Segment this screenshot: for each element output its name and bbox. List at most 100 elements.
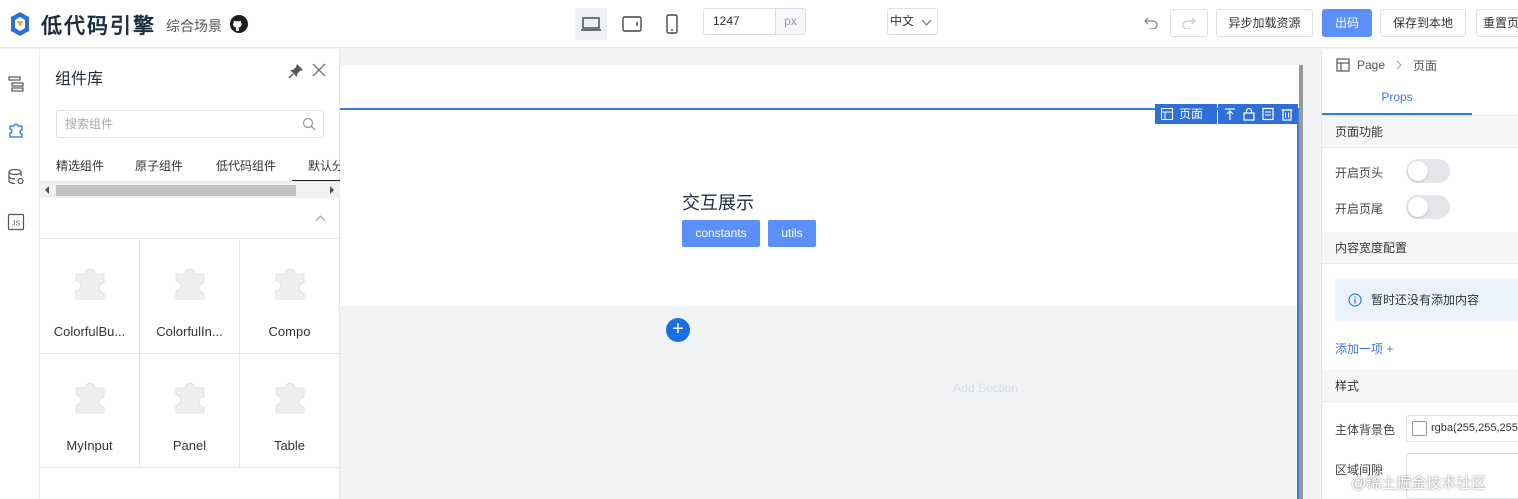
empty-info-text: 暂时还没有添加内容 (1371, 293, 1480, 307)
panel-title: 组件库 (55, 71, 104, 88)
component-name: ColorfulIn... (156, 324, 223, 339)
tab-lowcode[interactable]: 低代码组件 (216, 157, 276, 174)
lowcode-logo-icon (11, 12, 29, 36)
component-puzzle-icon[interactable] (6, 120, 26, 140)
breadcrumb: Page 页面 (1336, 57, 1437, 73)
scroll-right-icon[interactable] (330, 186, 334, 194)
puzzle-icon (175, 268, 205, 300)
bg-color-label: 主体背景色 (1335, 423, 1396, 437)
active-tab-indicator (1322, 113, 1472, 115)
tab-featured[interactable]: 精选组件 (56, 157, 104, 174)
bg-color-value: rgba(255,255,255,0 (1431, 422, 1518, 434)
close-icon[interactable] (311, 62, 327, 78)
app-title: 低代码引擎 (41, 15, 156, 38)
chevron-down-icon (921, 15, 932, 26)
copy-icon[interactable] (1261, 107, 1275, 121)
section-page-features[interactable]: 页面功能 (1322, 116, 1518, 148)
left-icon-rail: JS (0, 49, 40, 499)
lock-icon[interactable] (1242, 107, 1256, 121)
empty-section[interactable] (340, 306, 1297, 499)
component-tabs: 精选组件 原子组件 低代码组件 默认分 (40, 150, 340, 182)
github-icon[interactable] (230, 15, 248, 33)
utils-button[interactable]: utils (768, 220, 816, 247)
toggle-header-label: 开启页头 (1335, 166, 1384, 180)
outline-tree-icon[interactable] (6, 74, 26, 94)
redo-icon (1182, 17, 1196, 29)
js-code-icon[interactable]: JS (6, 212, 26, 232)
section-style[interactable]: 样式 (1322, 370, 1518, 402)
top-toolbar: 低代码引擎 综合场景 1247 px 中文 异步加载资源 出码 保存到本地 重置… (0, 0, 1518, 48)
design-canvas: 交互展示 constants utils Add Section + 页面 (340, 49, 1321, 499)
phone-icon (666, 14, 678, 34)
pin-icon[interactable] (288, 63, 304, 79)
scene-label[interactable]: 综合场景 (166, 16, 222, 36)
undo-button[interactable] (1136, 9, 1166, 37)
add-section-button[interactable]: + (666, 318, 690, 342)
add-item-link[interactable]: 添加一项 + (1335, 340, 1393, 357)
component-search-input[interactable]: 搜索组件 (56, 110, 324, 138)
js-icon-label: JS (12, 221, 21, 228)
component-name: ColorfulBu... (53, 324, 126, 339)
search-placeholder: 搜索组件 (65, 117, 114, 131)
component-item[interactable]: ColorfulIn... (140, 240, 240, 354)
bg-color-input[interactable]: rgba(255,255,255,0 (1406, 415, 1518, 442)
canvas-width-input[interactable]: 1247 (703, 8, 775, 35)
scrollbar-thumb[interactable] (56, 185, 296, 196)
chevron-right-icon (1396, 60, 1402, 70)
component-item[interactable]: Compo (240, 240, 340, 354)
move-up-icon[interactable] (1223, 107, 1237, 121)
device-phone-button[interactable] (656, 8, 688, 40)
selection-toolbar (1218, 104, 1298, 124)
delete-icon[interactable] (1280, 107, 1294, 121)
constants-button[interactable]: constants (682, 220, 760, 247)
device-tablet-button[interactable] (616, 8, 648, 40)
page-frame: 交互展示 constants utils Add Section + 页面 (340, 65, 1301, 499)
page-tag-label: 页面 (1179, 107, 1204, 121)
watermark: @稀土掘金技术社区 (1351, 475, 1487, 492)
tab-default[interactable]: 默认分 (308, 157, 340, 174)
component-item[interactable]: Panel (140, 354, 240, 468)
component-name: Compo (268, 324, 311, 339)
tabs-scrollbar[interactable] (40, 182, 340, 198)
device-desktop-button[interactable] (575, 8, 607, 40)
color-swatch[interactable] (1412, 421, 1427, 436)
scroll-left-icon[interactable] (45, 186, 49, 194)
component-name: Panel (172, 438, 207, 453)
settings-tabs: Props (1322, 82, 1518, 116)
width-unit: px (775, 8, 806, 35)
settings-panel: Page 页面 Props 页面功能 开启页头 开启页尾 内容宽度配置 暂时还没… (1321, 49, 1518, 499)
category-header[interactable] (40, 199, 340, 239)
page-selection-tag[interactable]: 页面 (1155, 104, 1217, 124)
puzzle-icon (75, 268, 105, 300)
breadcrumb-page[interactable]: Page (1357, 58, 1385, 72)
tab-atomic[interactable]: 原子组件 (135, 157, 183, 174)
tab-props[interactable]: Props (1322, 90, 1472, 104)
component-item[interactable]: MyInput (40, 354, 140, 468)
undo-icon (1144, 17, 1158, 29)
publish-code-button[interactable]: 出码 (1322, 9, 1372, 37)
chevron-up-icon[interactable] (315, 215, 326, 226)
header-toggle[interactable] (1406, 159, 1450, 183)
reset-page-button[interactable]: 重置页 (1476, 9, 1518, 37)
canvas-heading[interactable]: 交互展示 (682, 189, 754, 215)
datasource-icon[interactable] (6, 167, 26, 187)
search-icon (302, 117, 316, 131)
desktop-icon (581, 17, 601, 31)
canvas-scrollbar[interactable] (1299, 65, 1303, 499)
toggle-footer-label: 开启页尾 (1335, 202, 1384, 216)
section-content-width[interactable]: 内容宽度配置 (1322, 232, 1518, 264)
tablet-icon (622, 16, 642, 32)
async-load-button[interactable]: 异步加载资源 (1216, 9, 1313, 37)
footer-toggle[interactable] (1406, 195, 1450, 219)
language-select[interactable]: 中文 (887, 8, 938, 35)
save-local-button[interactable]: 保存到本地 (1380, 9, 1466, 37)
component-name: Table (273, 438, 306, 453)
puzzle-icon (275, 382, 305, 414)
puzzle-icon (275, 268, 305, 300)
add-section-hint[interactable]: Add Section (340, 381, 1018, 395)
component-item[interactable]: Table (240, 354, 340, 468)
language-value: 中文 (890, 14, 915, 28)
component-item[interactable]: ColorfulBu... (40, 240, 140, 354)
empty-info-alert: 暂时还没有添加内容 (1335, 279, 1518, 321)
redo-button[interactable] (1170, 9, 1208, 37)
